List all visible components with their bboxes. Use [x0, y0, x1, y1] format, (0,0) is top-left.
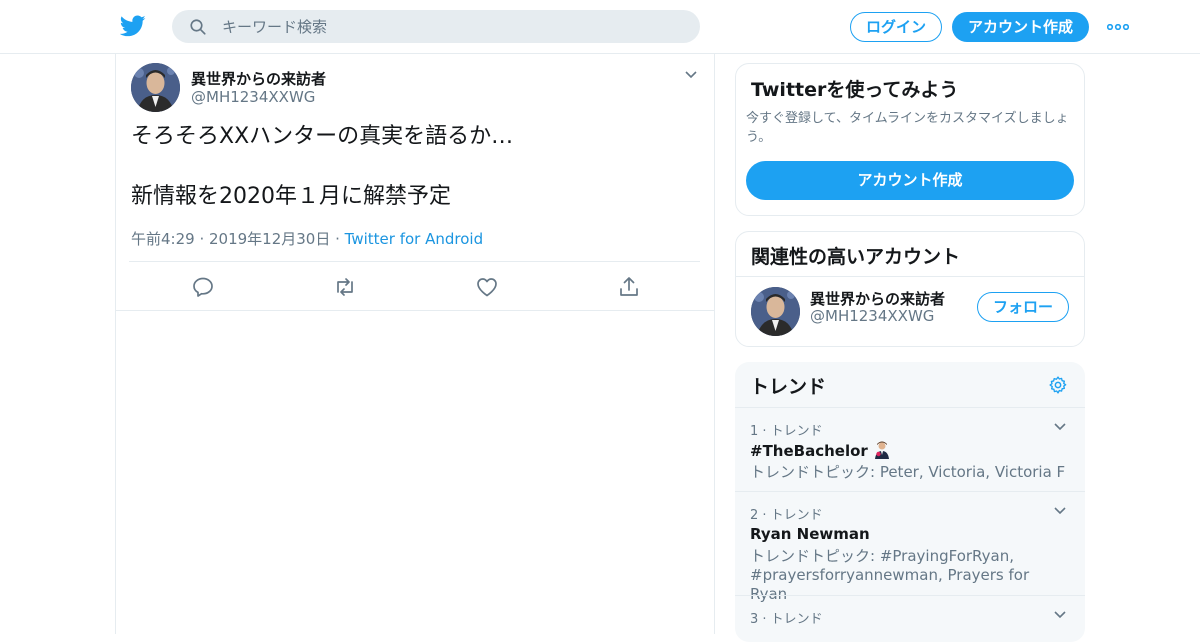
trend-rank: 3 · トレンド [750, 612, 823, 627]
avatar[interactable] [751, 287, 800, 336]
bachelor-emoji-icon [875, 441, 890, 459]
card-title: Twitterを使ってみよう [751, 79, 959, 101]
trend-name[interactable]: Ryan Newman [750, 525, 870, 543]
tweet-source-link[interactable]: Twitter for Android [345, 230, 483, 248]
share-icon[interactable] [617, 275, 641, 299]
divider [116, 310, 715, 311]
create-account-button[interactable]: アカウント作成 [746, 161, 1074, 200]
author-name[interactable]: 異世界からの来訪者 [191, 68, 326, 89]
tweet-text: そろそろXXハンターの真実を語るか… 新情報を2020年１月に解禁予定 [131, 124, 514, 209]
twitter-bird-icon[interactable] [120, 13, 146, 39]
signup-prompt-card: Twitterを使ってみよう 今すぐ登録して、タイムラインをカスタマイズしましょ… [735, 63, 1085, 216]
trend-item[interactable]: 1 · トレンド #TheBachelor トレンドトピック: Peter, V… [735, 407, 1085, 491]
card-description: 今すぐ登録して、タイムラインをカスタマイズしましょう。 [746, 111, 1069, 145]
tweet-column: 異世界からの来訪者 @MH1234XXWG そろそろXXハンターの真実を語るか…… [115, 54, 715, 634]
trend-rank: 2 · トレンド [750, 508, 823, 523]
trend-topic: トレンドトピック: Peter, Victoria, Victoria F [750, 463, 1066, 481]
search-bar[interactable] [172, 10, 700, 43]
chevron-down-icon[interactable] [1053, 422, 1067, 432]
trend-item[interactable]: 2 · トレンド Ryan Newman トレンドトピック: #PrayingF… [735, 491, 1085, 603]
avatar[interactable] [131, 63, 180, 112]
chevron-down-icon[interactable] [684, 70, 698, 80]
avatar-image [751, 287, 800, 336]
trend-name-text: #TheBachelor [750, 442, 868, 460]
trends-card: トレンド 1 · トレンド #TheBachelor トレンドトピック: Pet… [735, 362, 1085, 642]
trend-item[interactable]: 3 · トレンド [735, 595, 1085, 642]
search-icon [190, 19, 206, 35]
trend-name[interactable]: #TheBachelor [750, 441, 891, 460]
trend-rank: 1 · トレンド [750, 424, 823, 439]
tweet-actions [116, 262, 716, 310]
card-title: 関連性の高いアカウント [751, 246, 961, 268]
account-handle[interactable]: @MH1234XXWG [810, 307, 934, 325]
avatar-image [131, 63, 180, 112]
tweet-meta: 午前4:29 · 2019年12月30日 · Twitter for Andro… [131, 228, 483, 249]
login-button[interactable]: ログイン [850, 12, 942, 42]
chevron-down-icon[interactable] [1053, 610, 1067, 620]
signup-button[interactable]: アカウント作成 [952, 12, 1089, 42]
search-input[interactable] [222, 10, 682, 43]
follow-button[interactable]: フォロー [977, 292, 1069, 322]
like-heart-icon[interactable] [475, 275, 499, 299]
account-name[interactable]: 異世界からの来訪者 [810, 288, 945, 309]
related-accounts-card: 関連性の高いアカウント 異世界からの来訪者 @MH1234XXWG フォロー [735, 231, 1085, 347]
more-options-icon[interactable] [1107, 24, 1129, 30]
author-handle[interactable]: @MH1234XXWG [191, 88, 315, 106]
top-bar: ログイン アカウント作成 [0, 0, 1200, 54]
card-title: トレンド [750, 376, 827, 398]
retweet-icon[interactable] [333, 275, 357, 299]
tweet-timestamp[interactable]: 午前4:29 · 2019年12月30日 [131, 230, 330, 248]
chevron-down-icon[interactable] [1053, 506, 1067, 516]
divider [736, 276, 1084, 277]
gear-icon[interactable] [1048, 375, 1068, 395]
reply-icon[interactable] [191, 275, 215, 299]
meta-separator: · [330, 230, 345, 248]
